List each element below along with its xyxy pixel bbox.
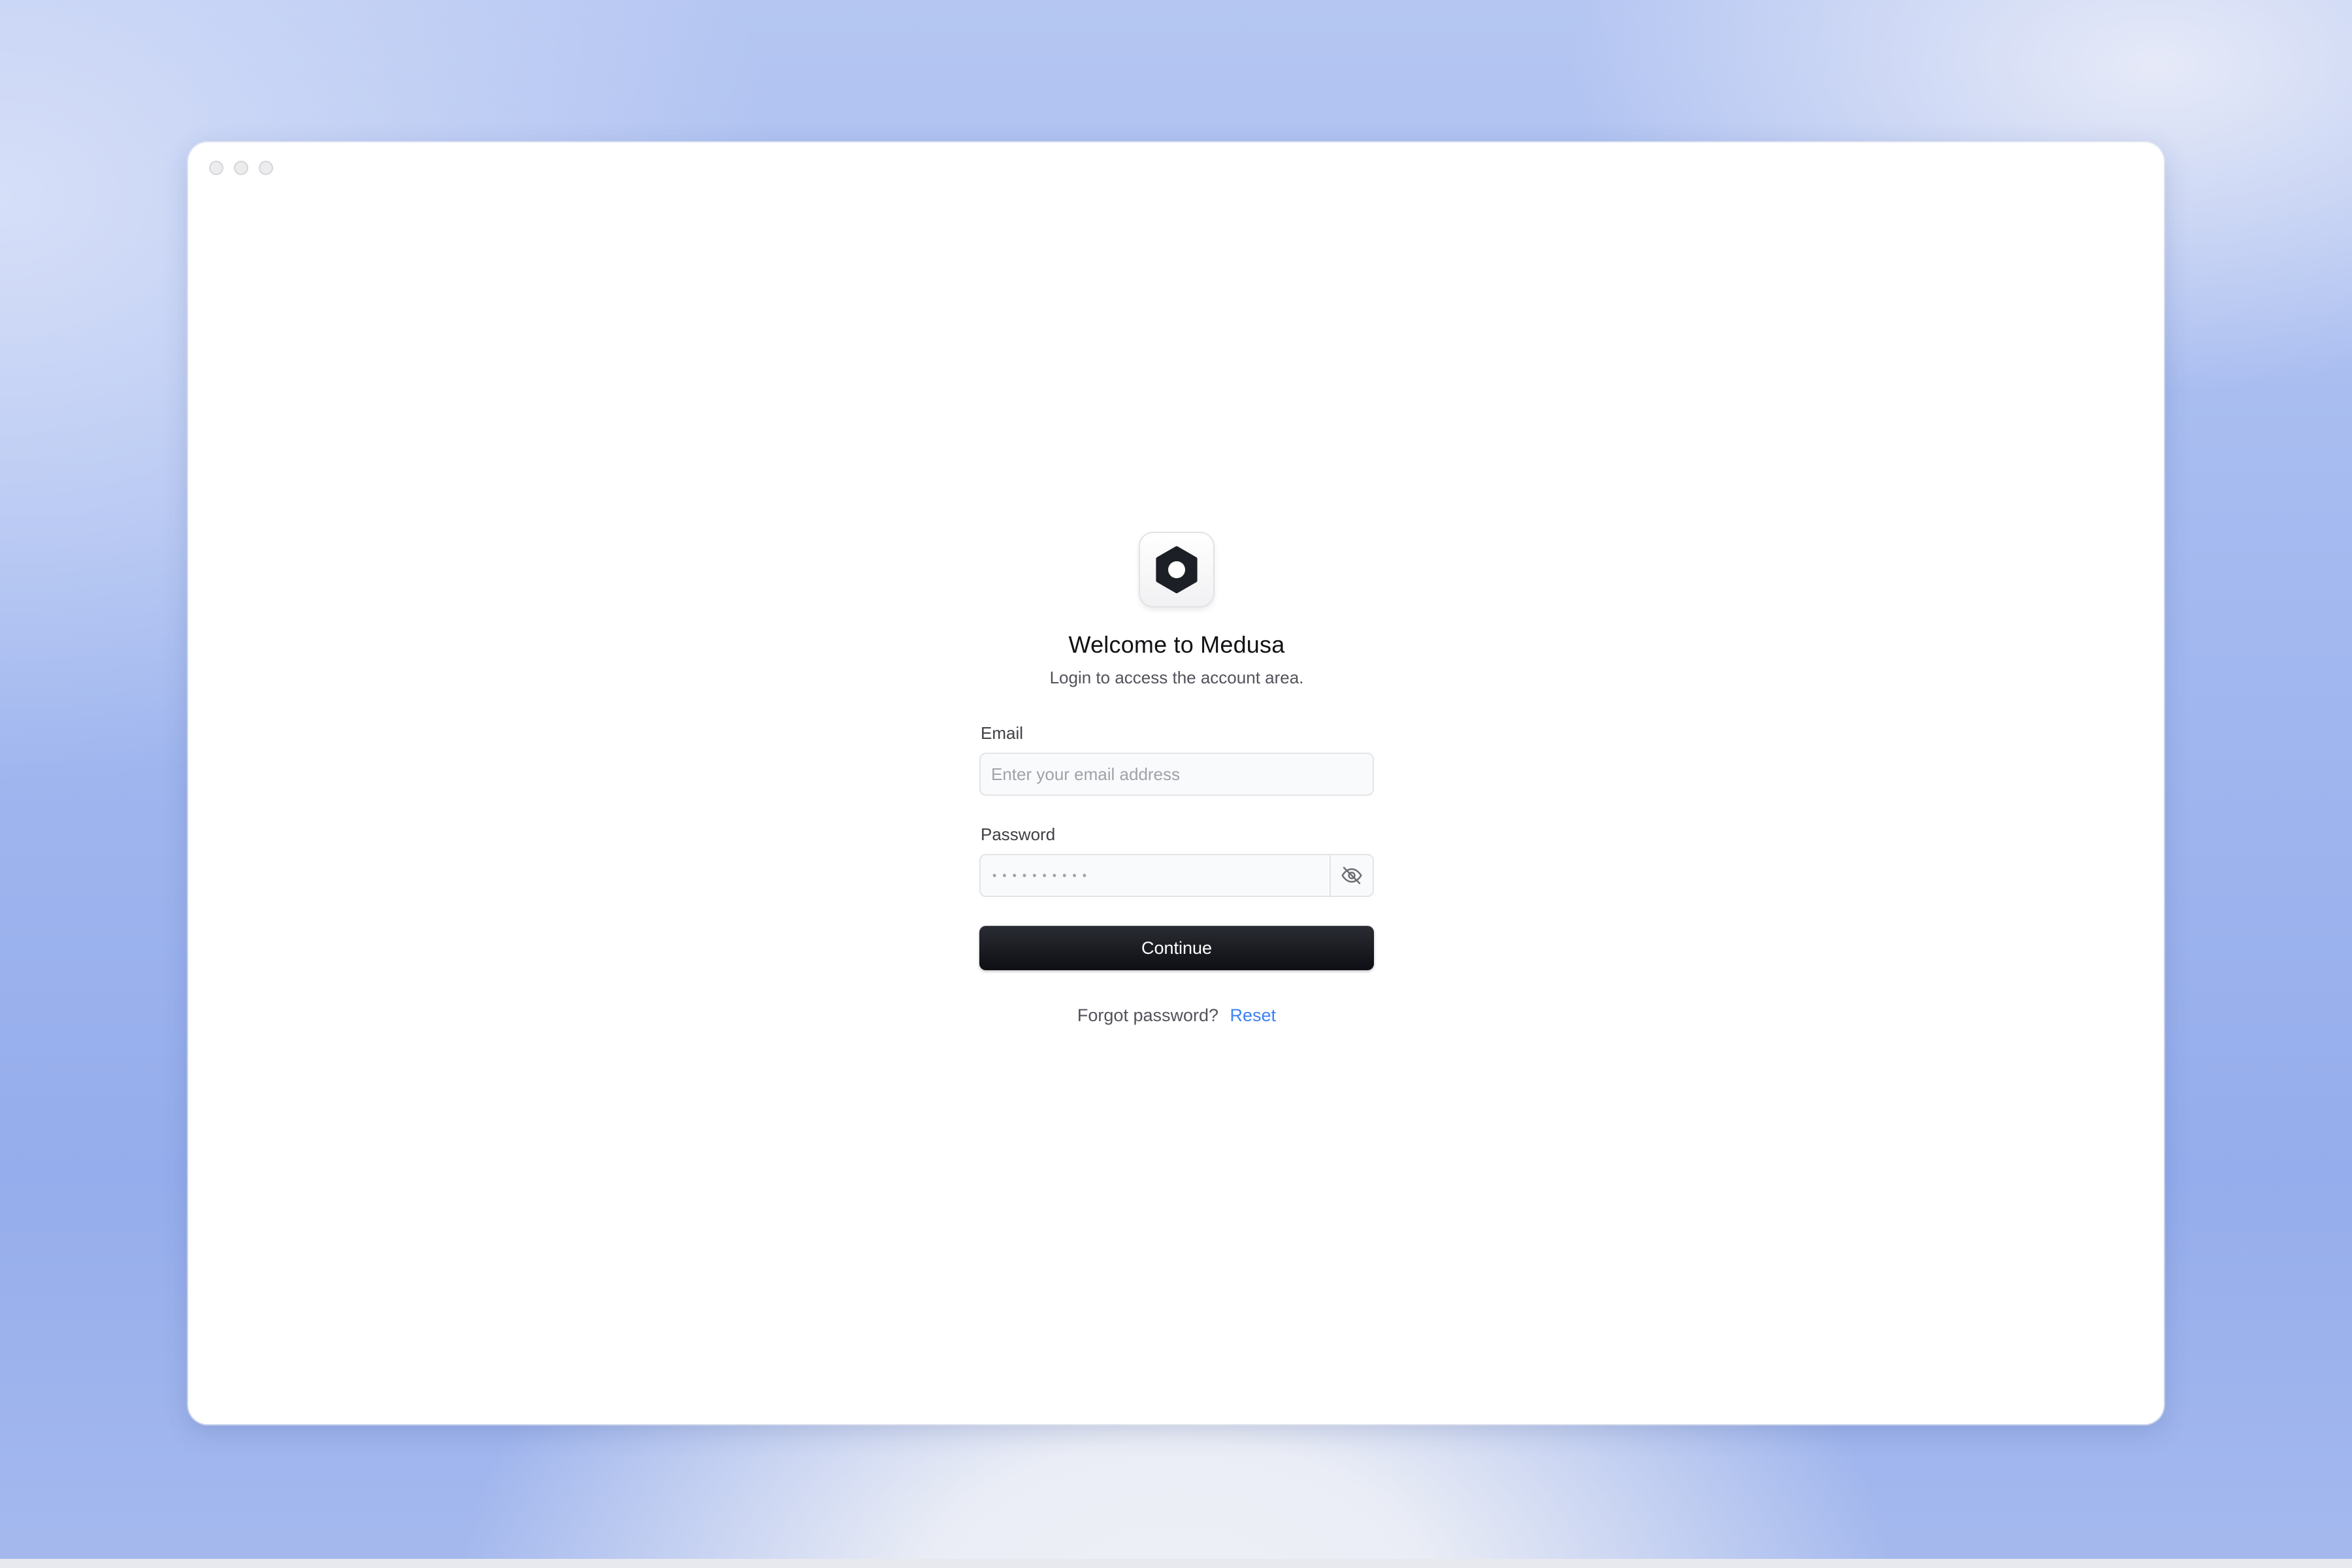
email-label: Email <box>981 723 1024 743</box>
window-controls <box>209 161 273 175</box>
password-input[interactable]: •••••••••• <box>981 869 1330 883</box>
bottom-strip <box>0 1559 2352 1568</box>
toggle-password-visibility-button[interactable] <box>1330 855 1373 896</box>
eye-off-icon <box>1341 866 1362 885</box>
window-minimize-button[interactable] <box>234 161 248 175</box>
page-title: Welcome to Medusa <box>1068 631 1285 658</box>
forgot-password-row: Forgot password? Reset <box>979 1005 1374 1026</box>
email-field-wrapper <box>979 753 1374 796</box>
window-close-button[interactable] <box>209 161 223 175</box>
medusa-logo-icon <box>1156 546 1198 593</box>
login-form: Welcome to Medusa Login to access the ac… <box>979 532 1374 1026</box>
window-maximize-button[interactable] <box>259 161 273 175</box>
password-label: Password <box>981 825 1056 844</box>
reset-password-link[interactable]: Reset <box>1230 1005 1277 1025</box>
medusa-logo <box>1139 532 1215 608</box>
continue-button[interactable]: Continue <box>979 926 1374 970</box>
forgot-password-text: Forgot password? <box>1077 1005 1219 1025</box>
page-subtitle: Login to access the account area. <box>1049 668 1304 687</box>
app-window: Welcome to Medusa Login to access the ac… <box>188 142 2164 1424</box>
email-input[interactable] <box>981 754 1373 794</box>
password-field-wrapper: •••••••••• <box>979 854 1374 897</box>
